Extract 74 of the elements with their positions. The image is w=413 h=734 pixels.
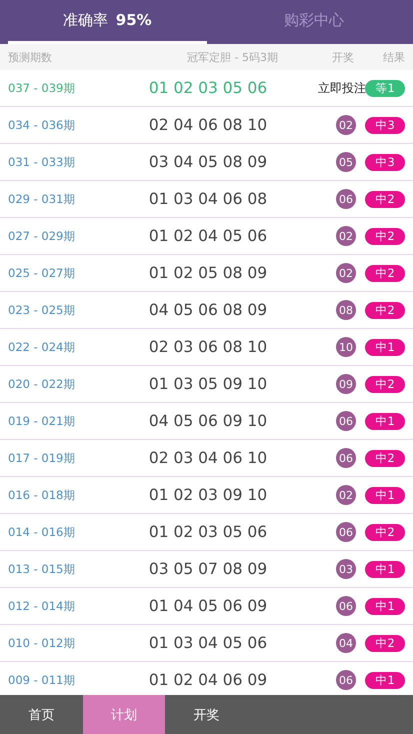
numbers-cell-text: 01 03 05 09 10 [148,375,268,393]
draw-ball: 02 [336,263,356,283]
draw-ball: 05 [336,152,356,172]
period-cell-text: 022 - 024期 [7,340,76,354]
result-badge: 中2 [365,302,405,318]
numbers-cell-text: 01 02 03 09 10 [148,486,268,504]
numbers-cell-text: 03 04 05 08 09 [148,153,268,171]
numbers-cell-text: 01 04 05 06 09 [148,597,268,615]
period-cell-text: 037 - 039期 [7,80,76,96]
period-cell-text: 023 - 025期 [7,302,76,318]
result-badge: 中2 [365,524,405,540]
numbers-cell-text: 03 05 07 08 09 [148,560,268,578]
period-cell-text: 020 - 022期 [7,376,76,392]
numbers-cell-text: 02 04 06 08 10 [148,116,268,134]
result-badge: 中2 [365,376,405,392]
result-badge: 中1 [365,672,405,688]
result-badge: 中2 [365,634,405,652]
period-cell-text: 010 - 012期 [7,636,76,650]
period-cell-text: 031 - 033期 [7,154,76,170]
draw-ball: 06 [336,596,356,616]
draw-ball: 03 [336,559,356,579]
draw-ball: 02 [336,485,356,505]
period-cell-text: 027 - 029期 [7,228,76,244]
result-badge: 中3 [365,116,405,134]
nav-tab[interactable]: 首页 [0,695,83,734]
bet-link[interactable]: 立即投注 [318,80,366,96]
period-cell-text: 019 - 021期 [7,414,76,428]
result-badge: 中1 [365,560,405,578]
draw-ball: 10 [336,337,356,357]
period-cell-text: 014 - 016期 [7,524,76,540]
numbers-cell-text: 02 03 04 06 10 [148,449,268,467]
period-cell-text: 017 - 019期 [7,450,76,466]
column-header: 开奖 [331,50,355,64]
result-badge: 中2 [365,190,405,208]
result-badge: 中1 [365,486,405,504]
result-badge: 等1 [365,80,405,96]
result-badge: 中1 [365,338,405,356]
period-cell-text: 034 - 036期 [7,118,76,132]
numbers-cell-text: 01 02 03 05 06 [148,523,268,541]
numbers-cell-text: 01 02 04 06 09 [148,671,268,689]
column-header: 冠军定胆 - 5码3期 [186,50,279,64]
draw-ball: 06 [336,670,356,690]
numbers-cell-text: 01 02 04 05 06 [148,227,268,245]
numbers-cell-text: 01 02 03 05 06 [148,79,268,97]
draw-ball: 02 [336,226,356,246]
period-cell-text: 025 - 027期 [7,266,76,280]
result-badge: 中1 [365,412,405,430]
draw-ball: 04 [336,633,356,653]
result-badge: 中2 [365,450,405,466]
draw-ball: 06 [336,448,356,468]
draw-ball: 06 [336,411,356,431]
numbers-cell-text: 01 03 04 05 06 [148,634,268,652]
result-badge: 中3 [365,154,405,170]
numbers-cell-text: 04 05 06 09 10 [148,412,268,430]
period-cell-text: 016 - 018期 [7,488,76,502]
period-cell-text: 009 - 011期 [7,672,76,688]
result-badge: 中1 [365,598,405,614]
numbers-cell-text: 01 02 05 08 09 [148,264,268,282]
period-cell-text: 013 - 015期 [7,562,76,576]
numbers-cell-text: 04 05 06 08 09 [148,301,268,319]
result-badge: 中2 [365,228,405,244]
period-cell-text: 029 - 031期 [7,192,76,206]
result-badge: 中2 [365,264,405,282]
nav-tab[interactable]: 开奖 [165,695,248,734]
numbers-cell-text: 02 03 06 08 10 [148,338,268,356]
draw-ball: 09 [336,374,356,394]
draw-ball: 06 [336,189,356,209]
column-header: 结果 [382,50,406,64]
period-cell-text: 012 - 014期 [7,598,76,614]
column-header: 预测期数 [7,50,53,64]
numbers-cell-text: 01 03 04 06 08 [148,190,268,208]
draw-ball: 02 [336,115,356,135]
draw-ball: 06 [336,522,356,542]
draw-ball: 08 [336,300,356,320]
